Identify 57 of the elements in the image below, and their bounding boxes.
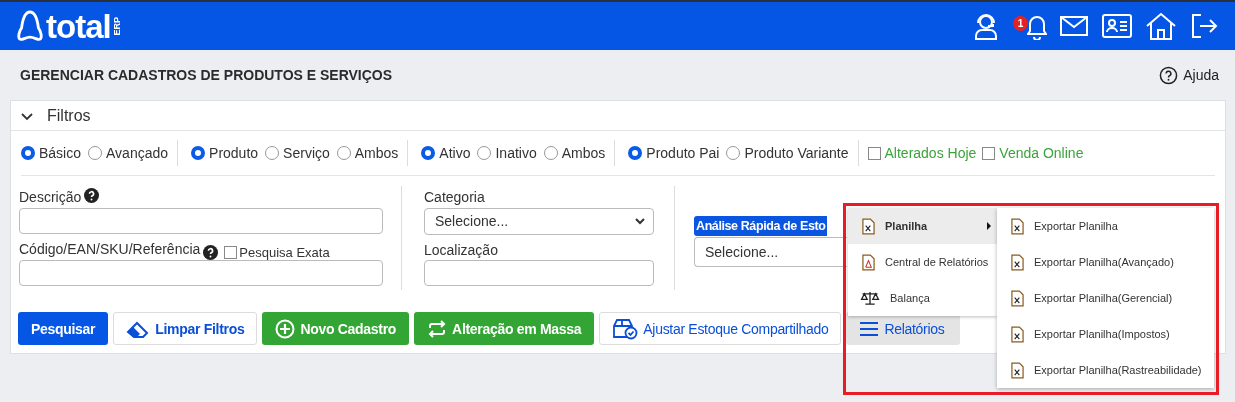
spreadsheet-file-icon [1011,325,1024,343]
menu-icon [859,320,880,337]
spreadsheet-file-icon [1011,289,1024,307]
id-card-icon[interactable] [1101,11,1133,41]
logo-suffix: ERP [112,16,122,36]
radio-option[interactable]: Básico [21,145,82,161]
help-link[interactable]: Ajuda [1159,65,1219,85]
spreadsheet-file-icon [862,217,875,235]
radio-option[interactable]: Inativo [477,145,537,161]
radio-option[interactable]: Serviço [265,145,330,161]
help-icon[interactable] [203,244,219,260]
notification-badge: 1 [1013,15,1028,31]
logo-text: total [46,9,111,43]
help-icon [1159,65,1179,85]
location-field[interactable] [424,260,654,286]
category-select[interactable]: Selecione... [424,207,654,235]
home-icon[interactable] [1145,11,1177,41]
eraser-icon [126,319,151,338]
menu-item[interactable]: Central de Relatórios [848,244,997,280]
swap-arrows-icon [427,318,448,339]
exact-search-checkbox[interactable]: Pesquisa Exata [224,244,330,260]
chevron-icon [635,216,645,227]
radio-option[interactable]: Ambos [336,145,399,161]
radio-option[interactable]: Produto [191,145,259,161]
radio-option[interactable]: Produto Pai [628,145,720,161]
submenu-item[interactable]: Exportar Planilha(Gerencial) [997,280,1214,316]
radio-option[interactable]: Avançado [88,145,169,161]
field-label: Categoria [424,188,485,205]
box-check-icon [612,317,639,340]
logo-icon [16,9,44,43]
submenu-item[interactable]: Exportar Planilha(Rastreabilidade) [997,352,1214,388]
action-button[interactable]: Ajustar Estoque Compartilhado [599,312,842,345]
stock-analysis-select[interactable]: Selecione... [694,237,847,267]
action-button[interactable]: Pesquisar [18,312,109,345]
field-label: Código/EAN/SKU/Referência [19,241,201,257]
page-title: GERENCIAR CADASTROS DE PRODUTOS E SERVIÇOS [20,67,393,83]
spreadsheet-file-icon [1011,361,1024,379]
help-icon[interactable] [84,187,100,203]
spreadsheet-file-icon [1011,253,1024,271]
menu-item[interactable]: Planilha [848,208,997,244]
radio-option[interactable]: Ativo [421,145,471,161]
description-field[interactable] [19,208,383,234]
submenu-item[interactable]: Exportar Planilha(Avançado) [997,244,1214,280]
submenu-item[interactable]: Exportar Planilha [997,208,1214,244]
scale-icon [860,290,880,306]
radio-option[interactable]: Produto Variante [726,145,849,161]
spreadsheet-file-icon [1011,217,1024,235]
action-button[interactable]: Limpar Filtros [113,312,258,345]
field-label: Descrição [19,189,82,205]
field-label: Localização [424,241,498,258]
logout-icon[interactable] [1189,11,1219,41]
submenu-item[interactable]: Exportar Planilha(Impostos) [997,316,1214,352]
plus-circle-icon [275,318,296,339]
pdf-file-icon [862,253,875,271]
field-label: Análise Rápida de Esto [694,216,828,236]
code-field[interactable] [19,260,383,286]
radio-option[interactable]: Ambos [543,145,606,161]
